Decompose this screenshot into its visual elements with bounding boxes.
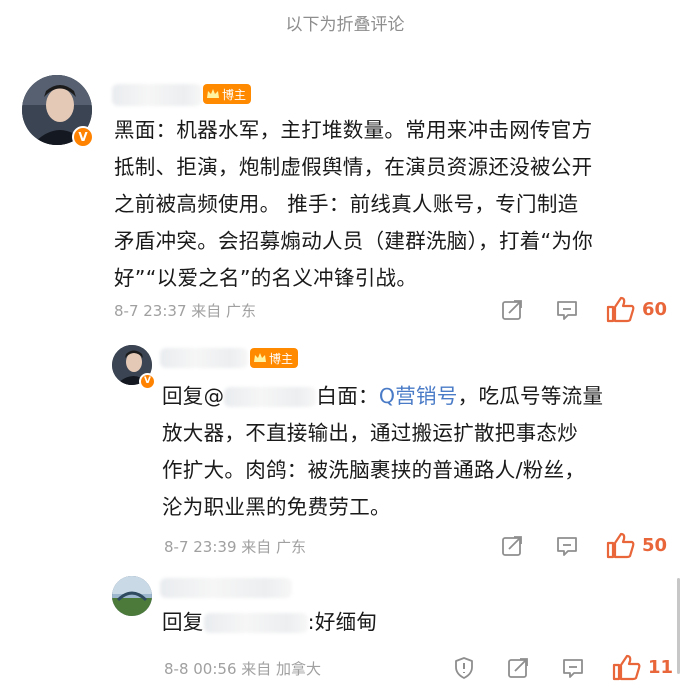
author-badge: 博主 bbox=[250, 348, 299, 368]
reply-text: 回复@ 白面：Q营销号，吃瓜号等流量 放大器，不直接输出，通过搬运扩散把事态炒 作… bbox=[162, 378, 672, 526]
reply-text-fragment: ，吃瓜号等流量 bbox=[457, 384, 604, 408]
mentioned-user-blurred[interactable] bbox=[224, 387, 317, 407]
author-badge: 博主 bbox=[203, 84, 252, 104]
shield-alert-icon[interactable] bbox=[452, 656, 476, 680]
reply-text-line: 作扩大。肉鸽：被洗脑裹挟的普通路人/粉丝， bbox=[162, 458, 586, 482]
comment-icon[interactable] bbox=[555, 298, 579, 322]
reply-meta: 8-8 00:56 来自 加拿大 bbox=[164, 658, 321, 679]
verified-v-icon: V bbox=[139, 373, 156, 390]
reply-suffix: 白面： bbox=[316, 384, 379, 408]
comment-text-line: 之前被高频使用。 推手：前线真人账号，专门制造 bbox=[114, 192, 579, 216]
comment-text-line: 矛盾冲突。会招募煽动人员（建群洗脑），打着“为你 bbox=[114, 229, 594, 253]
reply-suffix: :好缅甸 bbox=[307, 610, 378, 634]
timestamp: 8-8 00:56 bbox=[164, 660, 237, 678]
author-badge-label: 博主 bbox=[269, 351, 294, 366]
comment-text-line: 抵制、拒演，炮制虚假舆情，在演员资源还没被公开 bbox=[114, 155, 593, 179]
topic-link[interactable]: Q营销号 bbox=[379, 384, 458, 408]
username-blurred[interactable] bbox=[112, 84, 202, 106]
author-badge-label: 博主 bbox=[222, 87, 247, 102]
share-icon[interactable] bbox=[506, 656, 530, 680]
location: 来自 广东 bbox=[241, 538, 307, 556]
username-blurred[interactable] bbox=[160, 578, 292, 598]
like-count: 50 bbox=[642, 535, 668, 556]
timestamp: 8-7 23:37 bbox=[114, 302, 187, 320]
thumbs-up-icon[interactable] bbox=[606, 295, 636, 323]
location: 来自 广东 bbox=[191, 302, 257, 320]
share-icon[interactable] bbox=[500, 298, 524, 322]
reply-text-line: 回复@ 白面：Q营销号，吃瓜号等流量 bbox=[162, 378, 672, 415]
mentioned-user-blurred[interactable] bbox=[203, 613, 308, 633]
comment-icon[interactable] bbox=[561, 656, 585, 680]
like-count: 11 bbox=[648, 657, 674, 678]
timestamp: 8-7 23:39 bbox=[164, 538, 237, 556]
avatar[interactable] bbox=[112, 576, 152, 616]
like-count: 60 bbox=[642, 299, 668, 320]
location: 来自 加拿大 bbox=[241, 660, 322, 678]
share-icon[interactable] bbox=[500, 534, 524, 558]
comment-text: 黑面：机器水军，主打堆数量。常用来冲击网传官方 抵制、拒演，炮制虚假舆情，在演员… bbox=[114, 112, 674, 297]
verified-v-icon: V bbox=[72, 126, 94, 148]
scrollbar[interactable] bbox=[677, 578, 680, 674]
comment-meta: 8-7 23:37 来自 广东 bbox=[114, 300, 256, 321]
reply-prefix: 回复 bbox=[162, 610, 204, 634]
reply-text-line: 沦为职业黑的免费劳工。 bbox=[162, 495, 391, 519]
reply-text-line: 放大器，不直接输出，通过搬运扩散把事态炒 bbox=[162, 421, 578, 445]
crown-icon bbox=[254, 353, 266, 362]
username-blurred[interactable] bbox=[160, 348, 248, 368]
comment-text-line: 黑面：机器水军，主打堆数量。常用来冲击网传官方 bbox=[114, 118, 593, 142]
reply-text: 回复 :好缅甸 bbox=[162, 604, 672, 641]
comment-text-line: 好”“以爱之名”的名义冲锋引战。 bbox=[114, 266, 418, 290]
reply-meta: 8-7 23:39 来自 广东 bbox=[164, 536, 306, 557]
reply-text-line: 回复 :好缅甸 bbox=[162, 604, 672, 641]
folded-comments-note: 以下为折叠评论 bbox=[285, 15, 405, 35]
thumbs-up-icon[interactable] bbox=[606, 531, 636, 559]
crown-icon bbox=[207, 89, 219, 98]
thumbs-up-icon[interactable] bbox=[612, 653, 642, 681]
reply-prefix: 回复@ bbox=[162, 384, 225, 408]
comment-icon[interactable] bbox=[555, 534, 579, 558]
